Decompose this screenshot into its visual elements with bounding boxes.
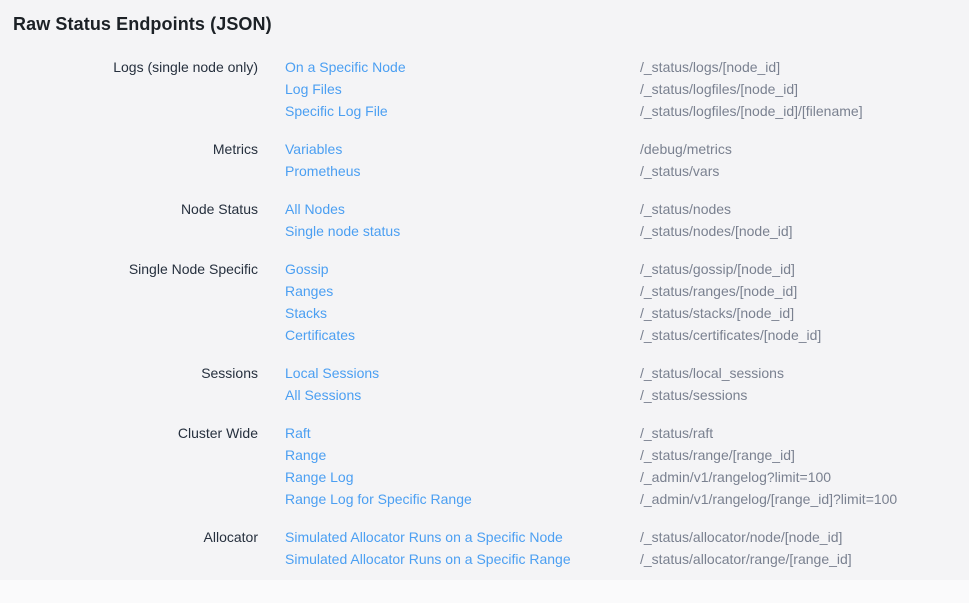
endpoint-link[interactable]: All Sessions	[285, 384, 640, 406]
endpoint-link[interactable]: Simulated Allocator Runs on a Specific R…	[285, 548, 640, 570]
endpoint-sections: Logs (single node only) On a Specific No…	[0, 56, 969, 570]
endpoint-rows: All Nodes /_status/nodes Single node sta…	[285, 198, 969, 242]
endpoint-link[interactable]: Certificates	[285, 324, 640, 346]
category-label: Metrics	[0, 138, 258, 182]
endpoint-link[interactable]: Single node status	[285, 220, 640, 242]
endpoint-path: /_status/gossip/[node_id]	[640, 258, 795, 280]
endpoint-row: Specific Log File /_status/logfiles/[nod…	[285, 100, 969, 122]
endpoint-link[interactable]: Range Log for Specific Range	[285, 488, 640, 510]
endpoint-path: /_status/certificates/[node_id]	[640, 324, 821, 346]
category-label: Cluster Wide	[0, 422, 258, 510]
endpoint-rows: Gossip /_status/gossip/[node_id] Ranges …	[285, 258, 969, 346]
endpoint-row: Range Log /_admin/v1/rangelog?limit=100	[285, 466, 969, 488]
endpoint-path: /_status/allocator/range/[range_id]	[640, 548, 852, 570]
endpoint-link[interactable]: Simulated Allocator Runs on a Specific N…	[285, 526, 640, 548]
endpoint-path: /_status/allocator/node/[node_id]	[640, 526, 842, 548]
endpoint-link[interactable]: All Nodes	[285, 198, 640, 220]
endpoint-link[interactable]: Local Sessions	[285, 362, 640, 384]
debug-page: Raw Status Endpoints (JSON) Logs (single…	[0, 0, 969, 603]
endpoint-path: /_status/nodes/[node_id]	[640, 220, 793, 242]
category-label: Logs (single node only)	[0, 56, 258, 122]
endpoint-row: Log Files /_status/logfiles/[node_id]	[285, 78, 969, 100]
endpoint-link[interactable]: Prometheus	[285, 160, 640, 182]
endpoint-row: Certificates /_status/certificates/[node…	[285, 324, 969, 346]
endpoint-row: All Nodes /_status/nodes	[285, 198, 969, 220]
endpoint-path: /_admin/v1/rangelog?limit=100	[640, 466, 831, 488]
endpoint-path: /_status/ranges/[node_id]	[640, 280, 797, 302]
endpoint-path: /_status/logs/[node_id]	[640, 56, 780, 78]
endpoint-row: Variables /debug/metrics	[285, 138, 969, 160]
endpoint-path: /_status/sessions	[640, 384, 747, 406]
endpoint-link[interactable]: Range	[285, 444, 640, 466]
endpoint-path: /debug/metrics	[640, 138, 732, 160]
endpoint-row: Simulated Allocator Runs on a Specific N…	[285, 526, 969, 548]
endpoint-section-0: Logs (single node only) On a Specific No…	[0, 56, 969, 122]
endpoint-row: On a Specific Node /_status/logs/[node_i…	[285, 56, 969, 78]
endpoint-row: Range Log for Specific Range /_admin/v1/…	[285, 488, 969, 510]
endpoint-path: /_status/nodes	[640, 198, 731, 220]
endpoint-section-6: Allocator Simulated Allocator Runs on a …	[0, 526, 969, 570]
endpoint-row: Simulated Allocator Runs on a Specific R…	[285, 548, 969, 570]
endpoint-section-1: Metrics Variables /debug/metrics Prometh…	[0, 138, 969, 182]
endpoint-link[interactable]: Raft	[285, 422, 640, 444]
endpoint-path: /_status/local_sessions	[640, 362, 784, 384]
endpoint-path: /_status/logfiles/[node_id]/[filename]	[640, 100, 863, 122]
endpoint-rows: On a Specific Node /_status/logs/[node_i…	[285, 56, 969, 122]
endpoint-row: Local Sessions /_status/local_sessions	[285, 362, 969, 384]
category-label: Sessions	[0, 362, 258, 406]
endpoint-path: /_status/range/[range_id]	[640, 444, 795, 466]
category-label: Node Status	[0, 198, 258, 242]
endpoint-row: Single node status /_status/nodes/[node_…	[285, 220, 969, 242]
endpoint-row: Range /_status/range/[range_id]	[285, 444, 969, 466]
endpoint-path: /_admin/v1/rangelog/[range_id]?limit=100	[640, 488, 897, 510]
page-footer-strip	[0, 580, 969, 603]
endpoint-rows: Variables /debug/metrics Prometheus /_st…	[285, 138, 969, 182]
endpoint-rows: Local Sessions /_status/local_sessions A…	[285, 362, 969, 406]
category-label: Allocator	[0, 526, 258, 570]
endpoint-row: Ranges /_status/ranges/[node_id]	[285, 280, 969, 302]
endpoint-section-3: Single Node Specific Gossip /_status/gos…	[0, 258, 969, 346]
endpoint-link[interactable]: Stacks	[285, 302, 640, 324]
endpoint-rows: Simulated Allocator Runs on a Specific N…	[285, 526, 969, 570]
endpoint-path: /_status/vars	[640, 160, 719, 182]
category-label: Single Node Specific	[0, 258, 258, 346]
endpoint-path: /_status/logfiles/[node_id]	[640, 78, 798, 100]
endpoint-row: All Sessions /_status/sessions	[285, 384, 969, 406]
endpoint-link[interactable]: Specific Log File	[285, 100, 640, 122]
endpoint-section-4: Sessions Local Sessions /_status/local_s…	[0, 362, 969, 406]
endpoint-link[interactable]: On a Specific Node	[285, 56, 640, 78]
endpoint-link[interactable]: Variables	[285, 138, 640, 160]
endpoint-link[interactable]: Gossip	[285, 258, 640, 280]
endpoint-row: Gossip /_status/gossip/[node_id]	[285, 258, 969, 280]
endpoint-section-5: Cluster Wide Raft /_status/raft Range /_…	[0, 422, 969, 510]
endpoint-link[interactable]: Ranges	[285, 280, 640, 302]
endpoint-path: /_status/raft	[640, 422, 713, 444]
endpoint-link[interactable]: Log Files	[285, 78, 640, 100]
endpoint-row: Stacks /_status/stacks/[node_id]	[285, 302, 969, 324]
endpoint-section-2: Node Status All Nodes /_status/nodes Sin…	[0, 198, 969, 242]
endpoint-rows: Raft /_status/raft Range /_status/range/…	[285, 422, 969, 510]
endpoint-path: /_status/stacks/[node_id]	[640, 302, 794, 324]
endpoint-row: Raft /_status/raft	[285, 422, 969, 444]
page-title: Raw Status Endpoints (JSON)	[0, 0, 969, 35]
endpoint-link[interactable]: Range Log	[285, 466, 640, 488]
endpoint-row: Prometheus /_status/vars	[285, 160, 969, 182]
